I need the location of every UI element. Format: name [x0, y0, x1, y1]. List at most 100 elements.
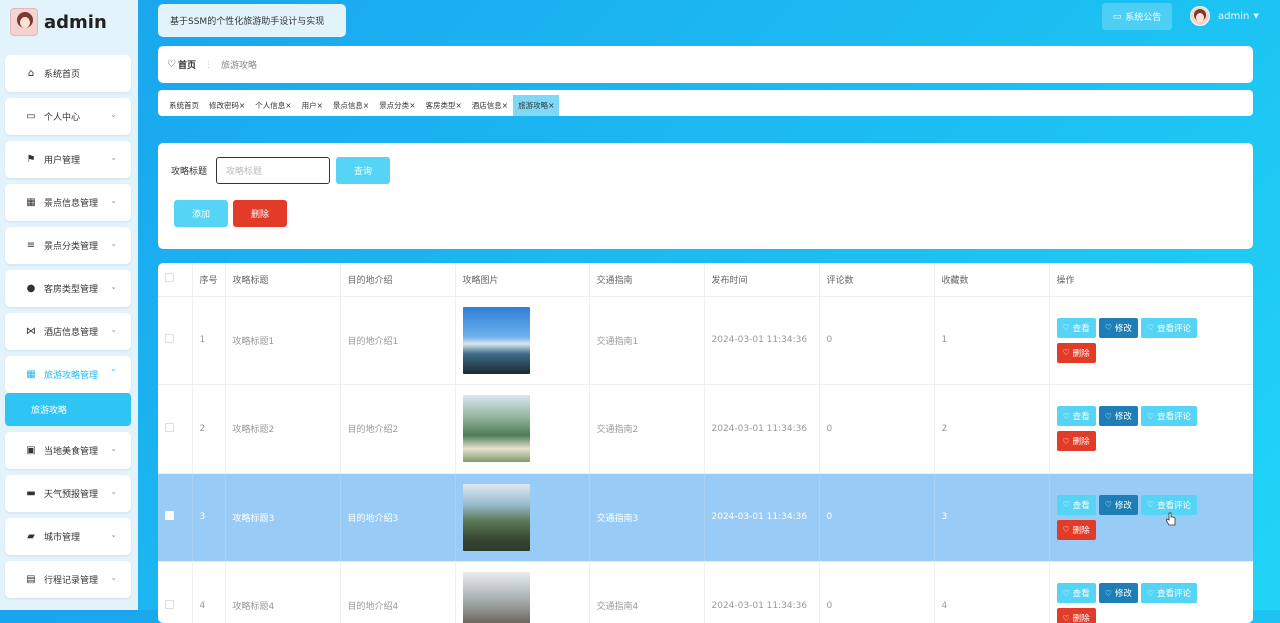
cell-actions: ♡查看♡修改♡查看评论♡删除	[1049, 385, 1253, 474]
submenu-item-travel-guide[interactable]: 旅游攻略	[5, 393, 131, 426]
sidebar-item-8[interactable]: ▦旅游攻略管理⌃	[5, 356, 131, 393]
action-label: 删除	[1073, 524, 1090, 536]
view-button[interactable]: ♡查看	[1057, 318, 1096, 338]
tab-6[interactable]: 景点分类 ×	[374, 95, 420, 116]
sidebar-item-2[interactable]: ▭个人中心⌄	[5, 98, 131, 135]
delete-button[interactable]: ♡删除	[1057, 608, 1096, 623]
breadcrumb-home[interactable]: 首页	[178, 58, 196, 71]
pin-icon: ●	[25, 283, 37, 294]
guide-image	[463, 395, 530, 462]
row-checkbox[interactable]	[165, 423, 174, 432]
delete-button[interactable]: ♡删除	[1057, 520, 1096, 540]
close-icon[interactable]: ×	[502, 101, 508, 110]
close-icon[interactable]: ×	[317, 101, 323, 110]
header-image: 攻略图片	[455, 263, 589, 296]
heart-icon: ♡	[167, 59, 176, 70]
close-icon[interactable]: ×	[548, 101, 554, 110]
delete-button[interactable]: ♡删除	[1057, 431, 1096, 451]
sidebar-item-12[interactable]: ▤行程记录管理⌄	[5, 561, 131, 598]
guide-image	[463, 484, 530, 551]
action-label: 删除	[1073, 612, 1090, 623]
header-traffic: 交通指南	[589, 263, 704, 296]
edit-button[interactable]: ♡修改	[1099, 495, 1138, 515]
row-checkbox[interactable]	[165, 334, 174, 343]
notice-button[interactable]: ▭系统公告	[1102, 3, 1172, 30]
tab-3[interactable]: 个人信息 ×	[250, 95, 296, 116]
close-icon[interactable]: ×	[285, 101, 291, 110]
edit-button[interactable]: ♡修改	[1099, 406, 1138, 426]
add-button[interactable]: 添加	[174, 200, 228, 227]
tab-label: 修改密码	[209, 100, 239, 111]
heart-icon: ♡	[1105, 323, 1112, 332]
heart-icon: ♡	[1147, 589, 1154, 598]
tab-4[interactable]: 用户 ×	[297, 95, 328, 116]
caret-down-icon: ▼	[1253, 12, 1258, 20]
view-comments-button[interactable]: ♡查看评论	[1141, 583, 1197, 603]
checkbox-cell	[158, 473, 192, 562]
tab-9[interactable]: 旅游攻略 ×	[513, 95, 559, 116]
mouse-cursor-icon	[1166, 512, 1176, 526]
sidebar-item-6[interactable]: ●客房类型管理⌄	[5, 270, 131, 307]
close-icon[interactable]: ×	[363, 101, 369, 110]
cell-no: 2	[192, 385, 225, 474]
heart-icon: ♡	[1105, 589, 1112, 598]
user-menu[interactable]: admin▼	[1190, 5, 1259, 27]
close-icon[interactable]: ×	[455, 101, 461, 110]
sidebar-item-7[interactable]: ⋈酒店信息管理⌄	[5, 313, 131, 350]
cell-intro: 目的地介绍4	[340, 562, 455, 623]
tab-2[interactable]: 修改密码 ×	[204, 95, 250, 116]
sidebar-item-9[interactable]: ▣当地美食管理⌄	[5, 432, 131, 469]
guide-image	[463, 572, 530, 623]
cell-image	[455, 473, 589, 562]
row-checkbox[interactable]	[165, 511, 174, 520]
sidebar-item-5[interactable]: ≡景点分类管理⌄	[5, 227, 131, 264]
close-icon[interactable]: ×	[409, 101, 415, 110]
grid-icon: ▦	[25, 369, 37, 380]
heart-icon: ♡	[1063, 323, 1070, 332]
heart-icon: ♡	[1105, 412, 1112, 421]
view-comments-button[interactable]: ♡查看评论	[1141, 406, 1197, 426]
select-all-checkbox[interactable]	[165, 273, 174, 282]
edit-button[interactable]: ♡修改	[1099, 583, 1138, 603]
cell-favorites: 1	[934, 296, 1049, 385]
table-row[interactable]: 2攻略标题2目的地介绍2交通指南22024-03-01 11:34:3602♡查…	[158, 385, 1253, 474]
edit-button[interactable]: ♡修改	[1099, 318, 1138, 338]
sidebar-item-label: 客房类型管理	[44, 282, 98, 295]
table-row[interactable]: 3攻略标题3目的地介绍3交通指南32024-03-01 11:34:3603♡查…	[158, 473, 1253, 562]
sidebar-item-4[interactable]: ▦景点信息管理⌄	[5, 184, 131, 221]
tab-5[interactable]: 景点信息 ×	[328, 95, 374, 116]
cell-image	[455, 562, 589, 623]
search-input[interactable]: 攻略标题	[216, 157, 330, 184]
table-row[interactable]: 4攻略标题4目的地介绍4交通指南42024-03-01 11:34:3604♡查…	[158, 562, 1253, 623]
tab-7[interactable]: 客房类型 ×	[420, 95, 466, 116]
sidebar-item-label: 用户管理	[44, 153, 80, 166]
tab-label: 旅游攻略	[518, 100, 548, 111]
cell-image	[455, 296, 589, 385]
query-button[interactable]: 查询	[336, 157, 390, 184]
sidebar-item-label: 旅游攻略管理	[44, 368, 98, 381]
tab-1[interactable]: 系统首页	[164, 95, 204, 116]
view-button[interactable]: ♡查看	[1057, 583, 1096, 603]
delete-button[interactable]: ♡删除	[1057, 343, 1096, 363]
cell-actions: ♡查看♡修改♡查看评论♡删除	[1049, 473, 1253, 562]
table-row[interactable]: 1攻略标题1目的地介绍1交通指南12024-03-01 11:34:3601♡查…	[158, 296, 1253, 385]
chevron-down-icon: ⌄	[110, 444, 117, 453]
sidebar-item-3[interactable]: ⚑用户管理⌄	[5, 141, 131, 178]
view-comments-button[interactable]: ♡查看评论	[1141, 318, 1197, 338]
sliders-icon: ≡	[25, 240, 37, 251]
list-icon: ▤	[25, 574, 37, 585]
batch-delete-button[interactable]: 删除	[233, 200, 287, 227]
breadcrumb-separator: ⋮	[204, 60, 213, 70]
sidebar-item-10[interactable]: ▬天气预报管理⌄	[5, 475, 131, 512]
row-checkbox[interactable]	[165, 600, 174, 609]
trash-icon: ▣	[25, 445, 37, 456]
sidebar-item-label: 天气预报管理	[44, 487, 98, 500]
action-label: 查看	[1073, 410, 1090, 422]
view-button[interactable]: ♡查看	[1057, 495, 1096, 515]
close-icon[interactable]: ×	[239, 101, 245, 110]
tab-8[interactable]: 酒店信息 ×	[467, 95, 513, 116]
action-label: 修改	[1115, 499, 1132, 511]
sidebar-item-1[interactable]: ⌂系统首页	[5, 55, 131, 92]
sidebar-item-11[interactable]: ▰城市管理⌄	[5, 518, 131, 555]
view-button[interactable]: ♡查看	[1057, 406, 1096, 426]
